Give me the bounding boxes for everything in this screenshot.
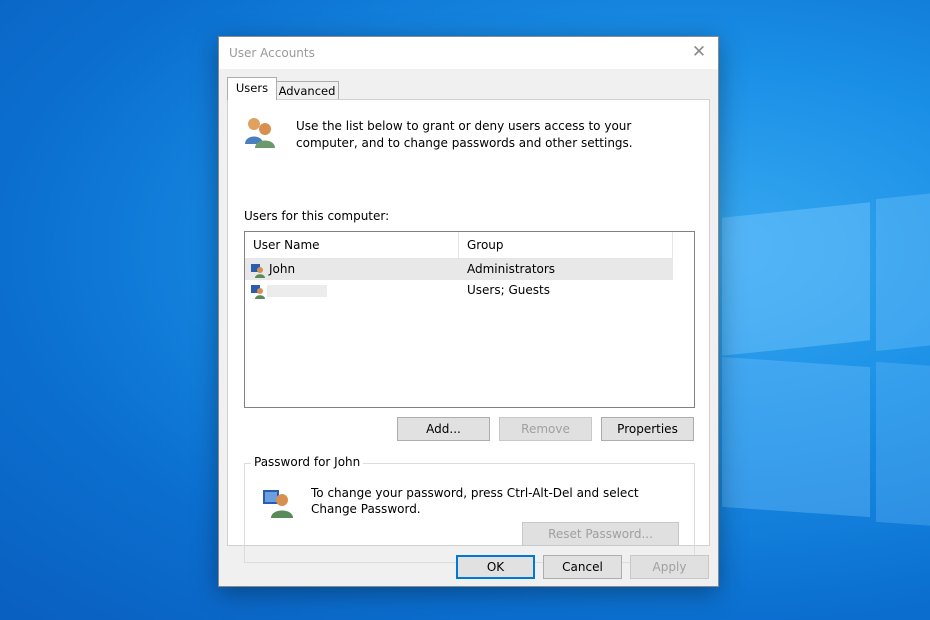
windows-logo-pane [722,202,870,356]
users-tab-panel: Use the list below to grant or deny user… [227,99,710,563]
reset-password-label: Reset Password... [548,527,653,541]
windows-logo-pane [876,192,930,352]
cancel-button-label: Cancel [562,560,603,574]
column-header-group[interactable]: Group [459,232,673,258]
user-name-cell: John [269,262,296,276]
apply-button-label: Apply [652,560,687,574]
column-header-user-name[interactable]: User Name [245,232,459,258]
group-cell: Administrators [467,262,556,276]
reset-password-button[interactable]: Reset Password... [522,522,679,546]
cancel-button[interactable]: Cancel [543,555,622,579]
close-icon[interactable]: ✕ [688,42,710,62]
add-button-label: Add... [426,422,461,436]
add-button[interactable]: Add... [397,417,490,441]
table-row[interactable]: Users; Guests [245,280,673,301]
list-header: User Name Group [245,232,673,259]
redacted-user-name [267,285,327,297]
intro-text: Use the list below to grant or deny user… [296,119,633,150]
windows-logo-pane [876,361,930,527]
ok-button-label: OK [486,560,505,574]
properties-button-label: Properties [617,422,678,436]
password-instructions: To change your password, press Ctrl-Alt-… [311,486,639,516]
tab-users[interactable]: Users [227,77,277,100]
users-list[interactable]: User Name Group John Administrators User… [244,231,695,408]
table-row[interactable]: John Administrators [245,259,673,280]
users-icon [245,118,275,148]
user-password-icon [263,490,293,518]
properties-button[interactable]: Properties [601,417,694,441]
remove-button[interactable]: Remove [499,417,592,441]
window-title: User Accounts [229,46,315,60]
user-icon [251,285,265,299]
title-bar: User Accounts ✕ [219,37,718,69]
apply-button[interactable]: Apply [630,555,709,579]
group-cell: Users; Guests [467,283,550,297]
password-group-title: Password for John [251,455,364,469]
tab-advanced[interactable]: Advanced [275,81,339,100]
user-accounts-dialog: User Accounts ✕ Users Advanced Use the l… [218,36,719,587]
password-group: Password for John To change your passwor… [244,455,695,563]
remove-button-label: Remove [521,422,570,436]
user-icon [251,264,265,278]
users-list-label: Users for this computer: [244,209,390,223]
ok-button[interactable]: OK [456,555,535,579]
windows-logo-pane [722,356,870,518]
